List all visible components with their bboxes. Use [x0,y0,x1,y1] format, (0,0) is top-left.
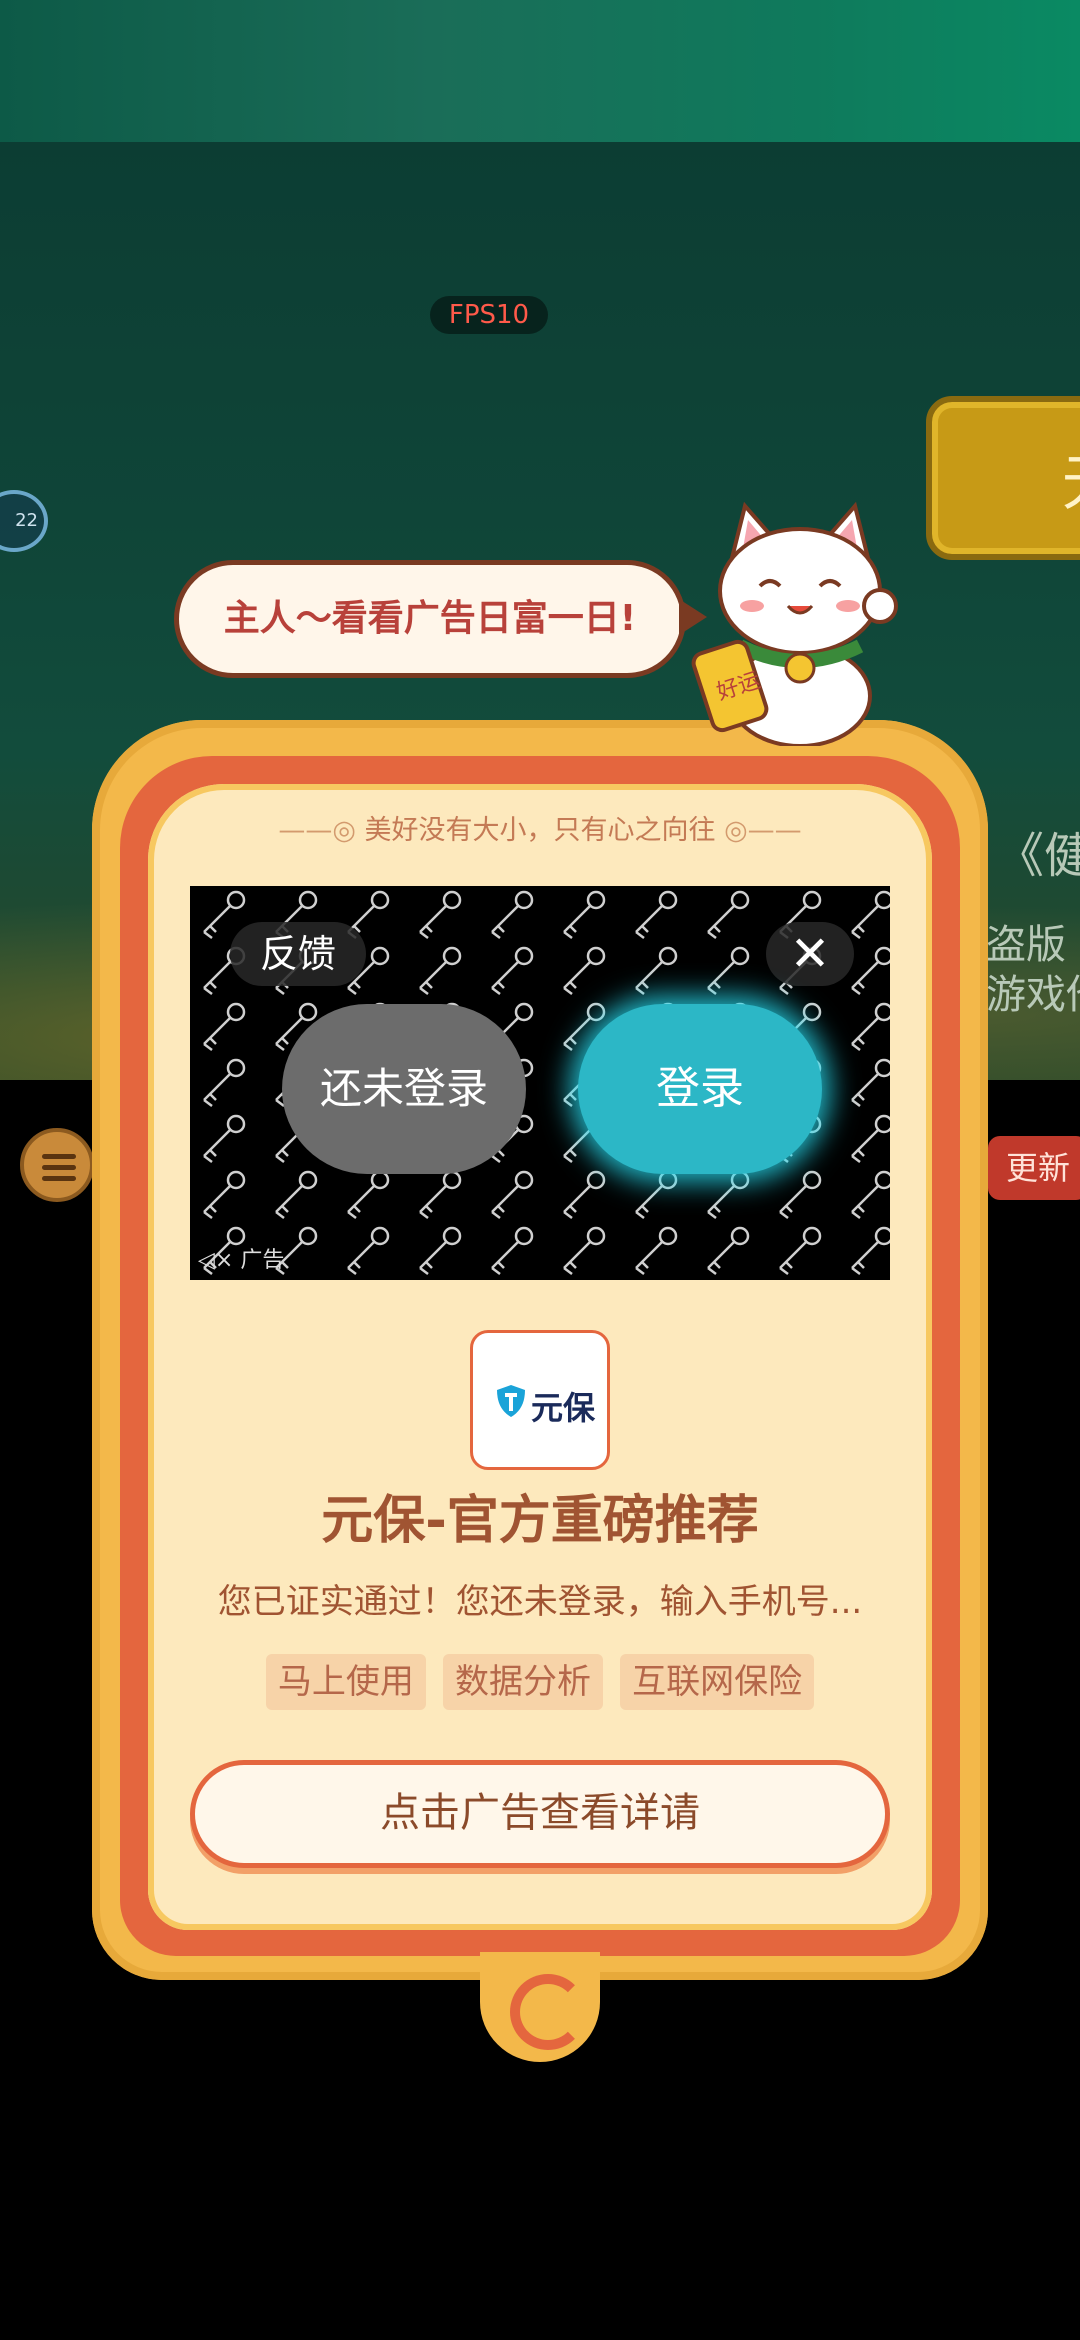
right-gold-button[interactable]: 无 [926,396,1080,560]
lucky-cat-icon: 好运 [691,501,898,746]
login-button[interactable]: 登录 [578,1004,822,1174]
ad-video[interactable]: 反馈 ✕ 还未登录 登录 ◁× 广告 [190,886,890,1280]
menu-line-icon [42,1176,76,1181]
tag-item: 马上使用 [265,1654,426,1710]
tag-item: 互联网保险 [620,1654,815,1710]
right-sub-text: 盗版 游戏他 [986,920,1080,1020]
ad-label: ◁× 广告 [198,1242,284,1274]
fps-counter: FPS10 [430,296,548,334]
bubble-text: 主人～看看广告日富一日! [223,598,637,639]
app-logo[interactable]: 元保 [470,1330,610,1470]
view-ad-details-button[interactable]: 点击广告查看详请 [190,1760,890,1868]
app-description: 您已证实通过！您还未登录，输入手机号... [217,1582,863,1622]
card-motto: ——◎ 美好没有大小，只有心之向往 ◎—— [92,808,988,847]
game-banner-top [0,0,1080,142]
close-icon[interactable]: ✕ [766,922,854,986]
update-button[interactable]: 更新 [988,1136,1080,1200]
ornament-left-icon: ——◎ [278,815,356,846]
speech-bubble: 主人～看看广告日富一日! [174,560,707,678]
menu-list-button[interactable] [20,1128,94,1202]
right-sub-text-line1: 盗版 [986,922,1066,968]
feedback-button[interactable]: 反馈 [230,922,366,986]
menu-line-icon [42,1154,76,1159]
right-title-text: 《健 [996,828,1080,884]
right-sub-text-line2: 游戏他 [986,972,1080,1018]
app-title[interactable]: 元保-官方重磅推荐 [92,1478,988,1553]
ad-tag-text: 广告 [240,1248,285,1273]
ornament-right-icon: ◎—— [724,815,802,846]
motto-text: 美好没有大小，只有心之向往 [364,815,716,846]
app-logo-text: 元保 [531,1389,596,1427]
menu-line-icon [42,1165,76,1170]
speaker-muted-icon[interactable]: ◁× [198,1248,233,1273]
not-logged-in-button[interactable]: 还未登录 [282,1004,526,1174]
tag-item: 数据分析 [443,1654,603,1710]
app-tags: 马上使用 数据分析 互联网保险 [92,1654,988,1710]
frame-bottom-ornament [480,1952,600,2062]
shield-icon [497,1385,525,1417]
